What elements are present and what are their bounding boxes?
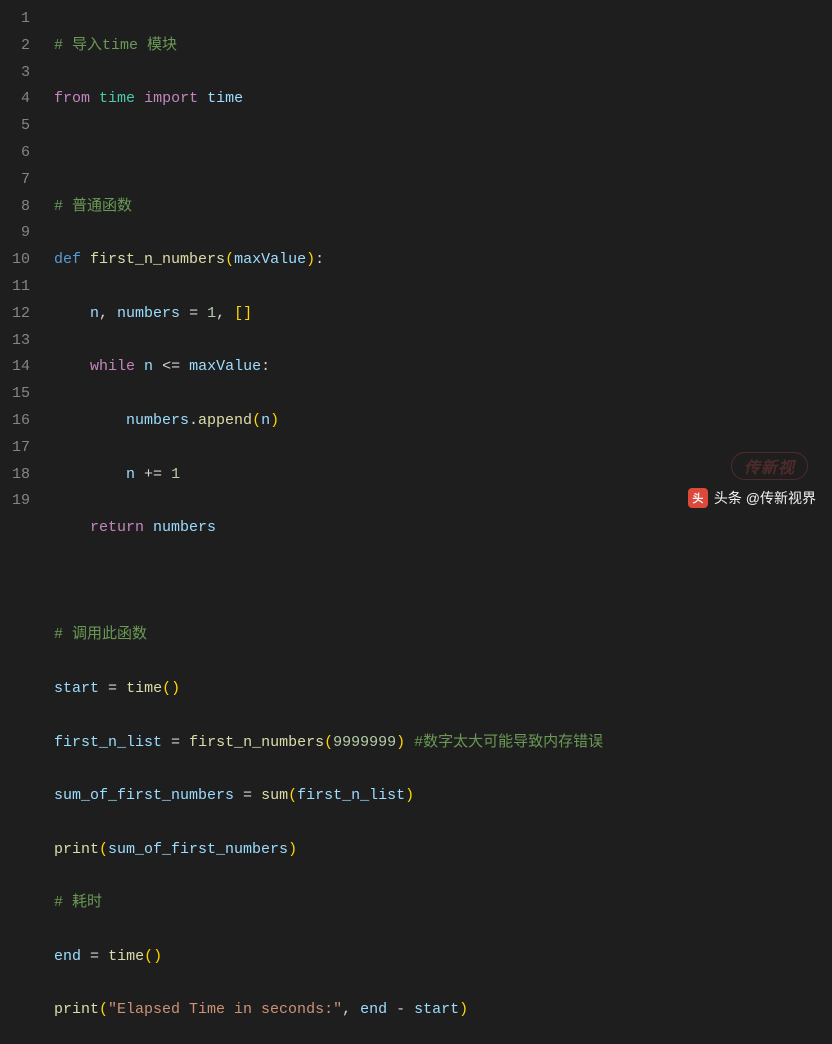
arg: first_n_list bbox=[297, 787, 405, 804]
code-line[interactable]: end = time() bbox=[54, 944, 603, 971]
code-line[interactable]: numbers.append(n) bbox=[54, 408, 603, 435]
var: n bbox=[90, 305, 99, 322]
code-line[interactable]: # 导入time 模块 bbox=[54, 33, 603, 60]
line-number: 1 bbox=[10, 6, 30, 33]
var: maxValue bbox=[189, 358, 261, 375]
line-number: 11 bbox=[10, 274, 30, 301]
line-number: 4 bbox=[10, 86, 30, 113]
line-number: 19 bbox=[10, 488, 30, 515]
code-line[interactable]: while n <= maxValue: bbox=[54, 354, 603, 381]
code-line[interactable] bbox=[54, 140, 603, 167]
var: start bbox=[414, 1001, 459, 1018]
code-line[interactable] bbox=[54, 569, 603, 596]
name: time bbox=[207, 90, 243, 107]
module: time bbox=[99, 90, 135, 107]
code-line[interactable]: def first_n_numbers(maxValue): bbox=[54, 247, 603, 274]
call: time bbox=[126, 680, 162, 697]
code-line[interactable]: n += 1 bbox=[54, 462, 603, 489]
line-number: 18 bbox=[10, 462, 30, 489]
comment: #数字太大可能导致内存错误 bbox=[414, 734, 603, 751]
line-number: 8 bbox=[10, 194, 30, 221]
var: numbers bbox=[126, 412, 189, 429]
string: "Elapsed Time in seconds:" bbox=[108, 1001, 342, 1018]
line-number: 15 bbox=[10, 381, 30, 408]
number: 9999999 bbox=[333, 734, 396, 751]
line-number: 16 bbox=[10, 408, 30, 435]
code-line[interactable]: n, numbers = 1, [] bbox=[54, 301, 603, 328]
code-line[interactable]: # 耗时 bbox=[54, 890, 603, 917]
line-number: 6 bbox=[10, 140, 30, 167]
param: maxValue bbox=[234, 251, 306, 268]
call: print bbox=[54, 1001, 99, 1018]
code-editor: 1 2 3 4 5 6 7 8 9 10 11 12 13 14 15 16 1… bbox=[0, 0, 832, 522]
code-line[interactable]: # 调用此函数 bbox=[54, 622, 603, 649]
comment: # 普通函数 bbox=[54, 198, 132, 215]
func-name: first_n_numbers bbox=[90, 251, 225, 268]
line-number: 2 bbox=[10, 33, 30, 60]
comment: # 调用此函数 bbox=[54, 626, 147, 643]
code-line[interactable]: return numbers bbox=[54, 515, 603, 542]
kw-import: import bbox=[144, 90, 198, 107]
line-number: 10 bbox=[10, 247, 30, 274]
code-line[interactable]: print(sum_of_first_numbers) bbox=[54, 837, 603, 864]
brand-text: 头条 @传新视界 bbox=[714, 488, 816, 508]
number: 1 bbox=[207, 305, 216, 322]
line-number: 17 bbox=[10, 435, 30, 462]
brand-badge-icon: 头 bbox=[688, 488, 708, 508]
var: n bbox=[126, 466, 135, 483]
line-number: 12 bbox=[10, 301, 30, 328]
kw-def: def bbox=[54, 251, 81, 268]
line-number: 3 bbox=[10, 60, 30, 87]
method: append bbox=[198, 412, 252, 429]
comment: # 耗时 bbox=[54, 894, 102, 911]
code-line[interactable]: print("Elapsed Time in seconds:", end - … bbox=[54, 997, 603, 1024]
call: sum bbox=[261, 787, 288, 804]
var: end bbox=[360, 1001, 387, 1018]
kw-from: from bbox=[54, 90, 90, 107]
kw-while: while bbox=[90, 358, 135, 375]
call: print bbox=[54, 841, 99, 858]
var: n bbox=[144, 358, 153, 375]
var: start bbox=[54, 680, 99, 697]
var: sum_of_first_numbers bbox=[54, 787, 234, 804]
code-content[interactable]: # 导入time 模块 from time import time # 普通函数… bbox=[46, 0, 603, 522]
watermark-brand: 头 头条 @传新视界 bbox=[688, 488, 816, 508]
call: first_n_numbers bbox=[189, 734, 324, 751]
arg: n bbox=[261, 412, 270, 429]
code-line[interactable]: start = time() bbox=[54, 676, 603, 703]
var: first_n_list bbox=[54, 734, 162, 751]
code-line[interactable]: from time import time bbox=[54, 86, 603, 113]
line-number: 7 bbox=[10, 167, 30, 194]
var: numbers bbox=[117, 305, 180, 322]
comment: # 导入time 模块 bbox=[54, 37, 177, 54]
line-number-gutter: 1 2 3 4 5 6 7 8 9 10 11 12 13 14 15 16 1… bbox=[0, 0, 46, 522]
line-number: 5 bbox=[10, 113, 30, 140]
line-number: 14 bbox=[10, 354, 30, 381]
number: 1 bbox=[171, 466, 180, 483]
var: end bbox=[54, 948, 81, 965]
line-number: 9 bbox=[10, 220, 30, 247]
code-line[interactable]: # 普通函数 bbox=[54, 194, 603, 221]
code-line[interactable]: sum_of_first_numbers = sum(first_n_list) bbox=[54, 783, 603, 810]
arg: sum_of_first_numbers bbox=[108, 841, 288, 858]
watermark-pill: 传新视 bbox=[731, 452, 808, 480]
call: time bbox=[108, 948, 144, 965]
code-line[interactable]: first_n_list = first_n_numbers(9999999) … bbox=[54, 730, 603, 757]
line-number: 13 bbox=[10, 328, 30, 355]
